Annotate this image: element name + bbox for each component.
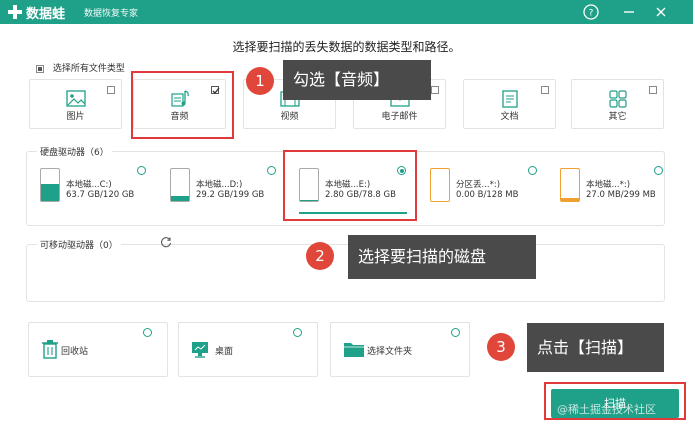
file-type-label: 电子邮件 (381, 112, 418, 122)
close-icon[interactable] (652, 3, 670, 21)
drive-item[interactable]: 本地磁...C:) 63.7 GB/120 GB (30, 160, 155, 217)
minimize-icon[interactable] (620, 3, 638, 21)
location-label: 回收站 (61, 347, 89, 357)
file-type-other[interactable]: 其它 (571, 79, 664, 129)
removable-drive-title: 可移动驱动器（0） (37, 238, 121, 251)
drive-usage-bar (561, 198, 579, 201)
file-type-checkbox[interactable] (107, 86, 115, 94)
file-type-document[interactable]: 文档 (463, 79, 556, 129)
drive-size: 29.2 GB/199 GB (196, 190, 265, 200)
other-icon (608, 90, 627, 108)
file-type-checkbox[interactable] (649, 86, 657, 94)
location-radio[interactable] (293, 328, 302, 337)
app-subtitle: 数据恢复专家 (84, 9, 139, 19)
removable-drive-section (26, 244, 665, 302)
watermark: @稀土掘金技术社区 (557, 403, 656, 416)
help-icon[interactable]: ? (582, 3, 600, 21)
file-type-label: 文档 (500, 112, 519, 122)
drive-radio[interactable] (137, 166, 146, 175)
drive-item[interactable]: 分区丢...*:) 0.00 B/128 MB (420, 160, 545, 217)
folder-icon (344, 343, 364, 357)
location-recycle-bin[interactable]: 回收站 (28, 322, 168, 377)
select-all-types[interactable]: 选择所有文件类型 (36, 61, 125, 74)
drive-icon (560, 168, 580, 202)
svg-text:?: ? (589, 9, 594, 19)
file-type-label: 图片 (66, 112, 85, 122)
drive-radio[interactable] (654, 166, 663, 175)
callout-1: 勾选【音频】 (283, 60, 431, 100)
drive-size: 27.0 MB/299 MB (586, 190, 656, 200)
drive-icon (430, 168, 450, 202)
drive-item[interactable]: 本地磁...D:) 29.2 GB/199 GB (160, 160, 285, 217)
select-all-label: 选择所有文件类型 (52, 64, 125, 74)
title-bar: 数据蛙 数据恢复专家 ? (0, 0, 693, 24)
location-radio[interactable] (451, 328, 460, 337)
location-select-folder[interactable]: 选择文件夹 (330, 322, 470, 377)
step-badge-1: 1 (246, 67, 274, 95)
drive-icon (170, 168, 190, 202)
drive-name: 本地磁...*:) (586, 180, 631, 190)
file-type-checkbox[interactable] (431, 86, 439, 94)
document-icon (501, 90, 518, 108)
drive-size: 0.00 B/128 MB (456, 190, 519, 200)
file-type-checkbox[interactable] (541, 86, 549, 94)
hard-drive-title: 硬盘驱动器（6） (37, 145, 112, 158)
drive-name: 本地磁...D:) (196, 180, 243, 190)
app-name: 数据蛙 (26, 7, 66, 22)
refresh-icon[interactable] (160, 236, 172, 248)
callout-3: 点击【扫描】 (527, 323, 664, 372)
instruction-text: 选择要扫描的丢失数据的数据类型和路径。 (232, 40, 461, 54)
location-radio[interactable] (143, 328, 152, 337)
highlight-drive (283, 150, 417, 221)
drive-name: 分区丢...*:) (456, 180, 501, 190)
recycle-bin-icon (42, 340, 58, 359)
drive-usage-bar (41, 184, 59, 201)
drive-usage-bar (171, 196, 189, 201)
location-label: 选择文件夹 (367, 347, 413, 357)
step-badge-3: 3 (487, 333, 515, 361)
file-type-image[interactable]: 图片 (29, 79, 122, 129)
callout-2: 选择要扫描的磁盘 (348, 235, 536, 279)
drive-radio[interactable] (528, 166, 537, 175)
drive-radio[interactable] (267, 166, 276, 175)
app-logo-icon (8, 5, 22, 19)
highlight-audio (131, 71, 234, 139)
image-icon (65, 90, 86, 107)
file-type-label: 视频 (280, 112, 299, 122)
select-all-checkbox[interactable] (36, 64, 44, 73)
location-label: 桌面 (215, 347, 234, 357)
drive-item[interactable]: 本地磁...*:) 27.0 MB/299 MB (550, 160, 675, 217)
file-type-label: 其它 (608, 112, 627, 122)
step-badge-2: 2 (306, 242, 334, 270)
location-desktop[interactable]: 桌面 (178, 322, 318, 377)
desktop-icon (192, 342, 208, 358)
drive-size: 63.7 GB/120 GB (66, 190, 135, 200)
drive-icon (40, 168, 60, 202)
drive-name: 本地磁...C:) (66, 180, 112, 190)
